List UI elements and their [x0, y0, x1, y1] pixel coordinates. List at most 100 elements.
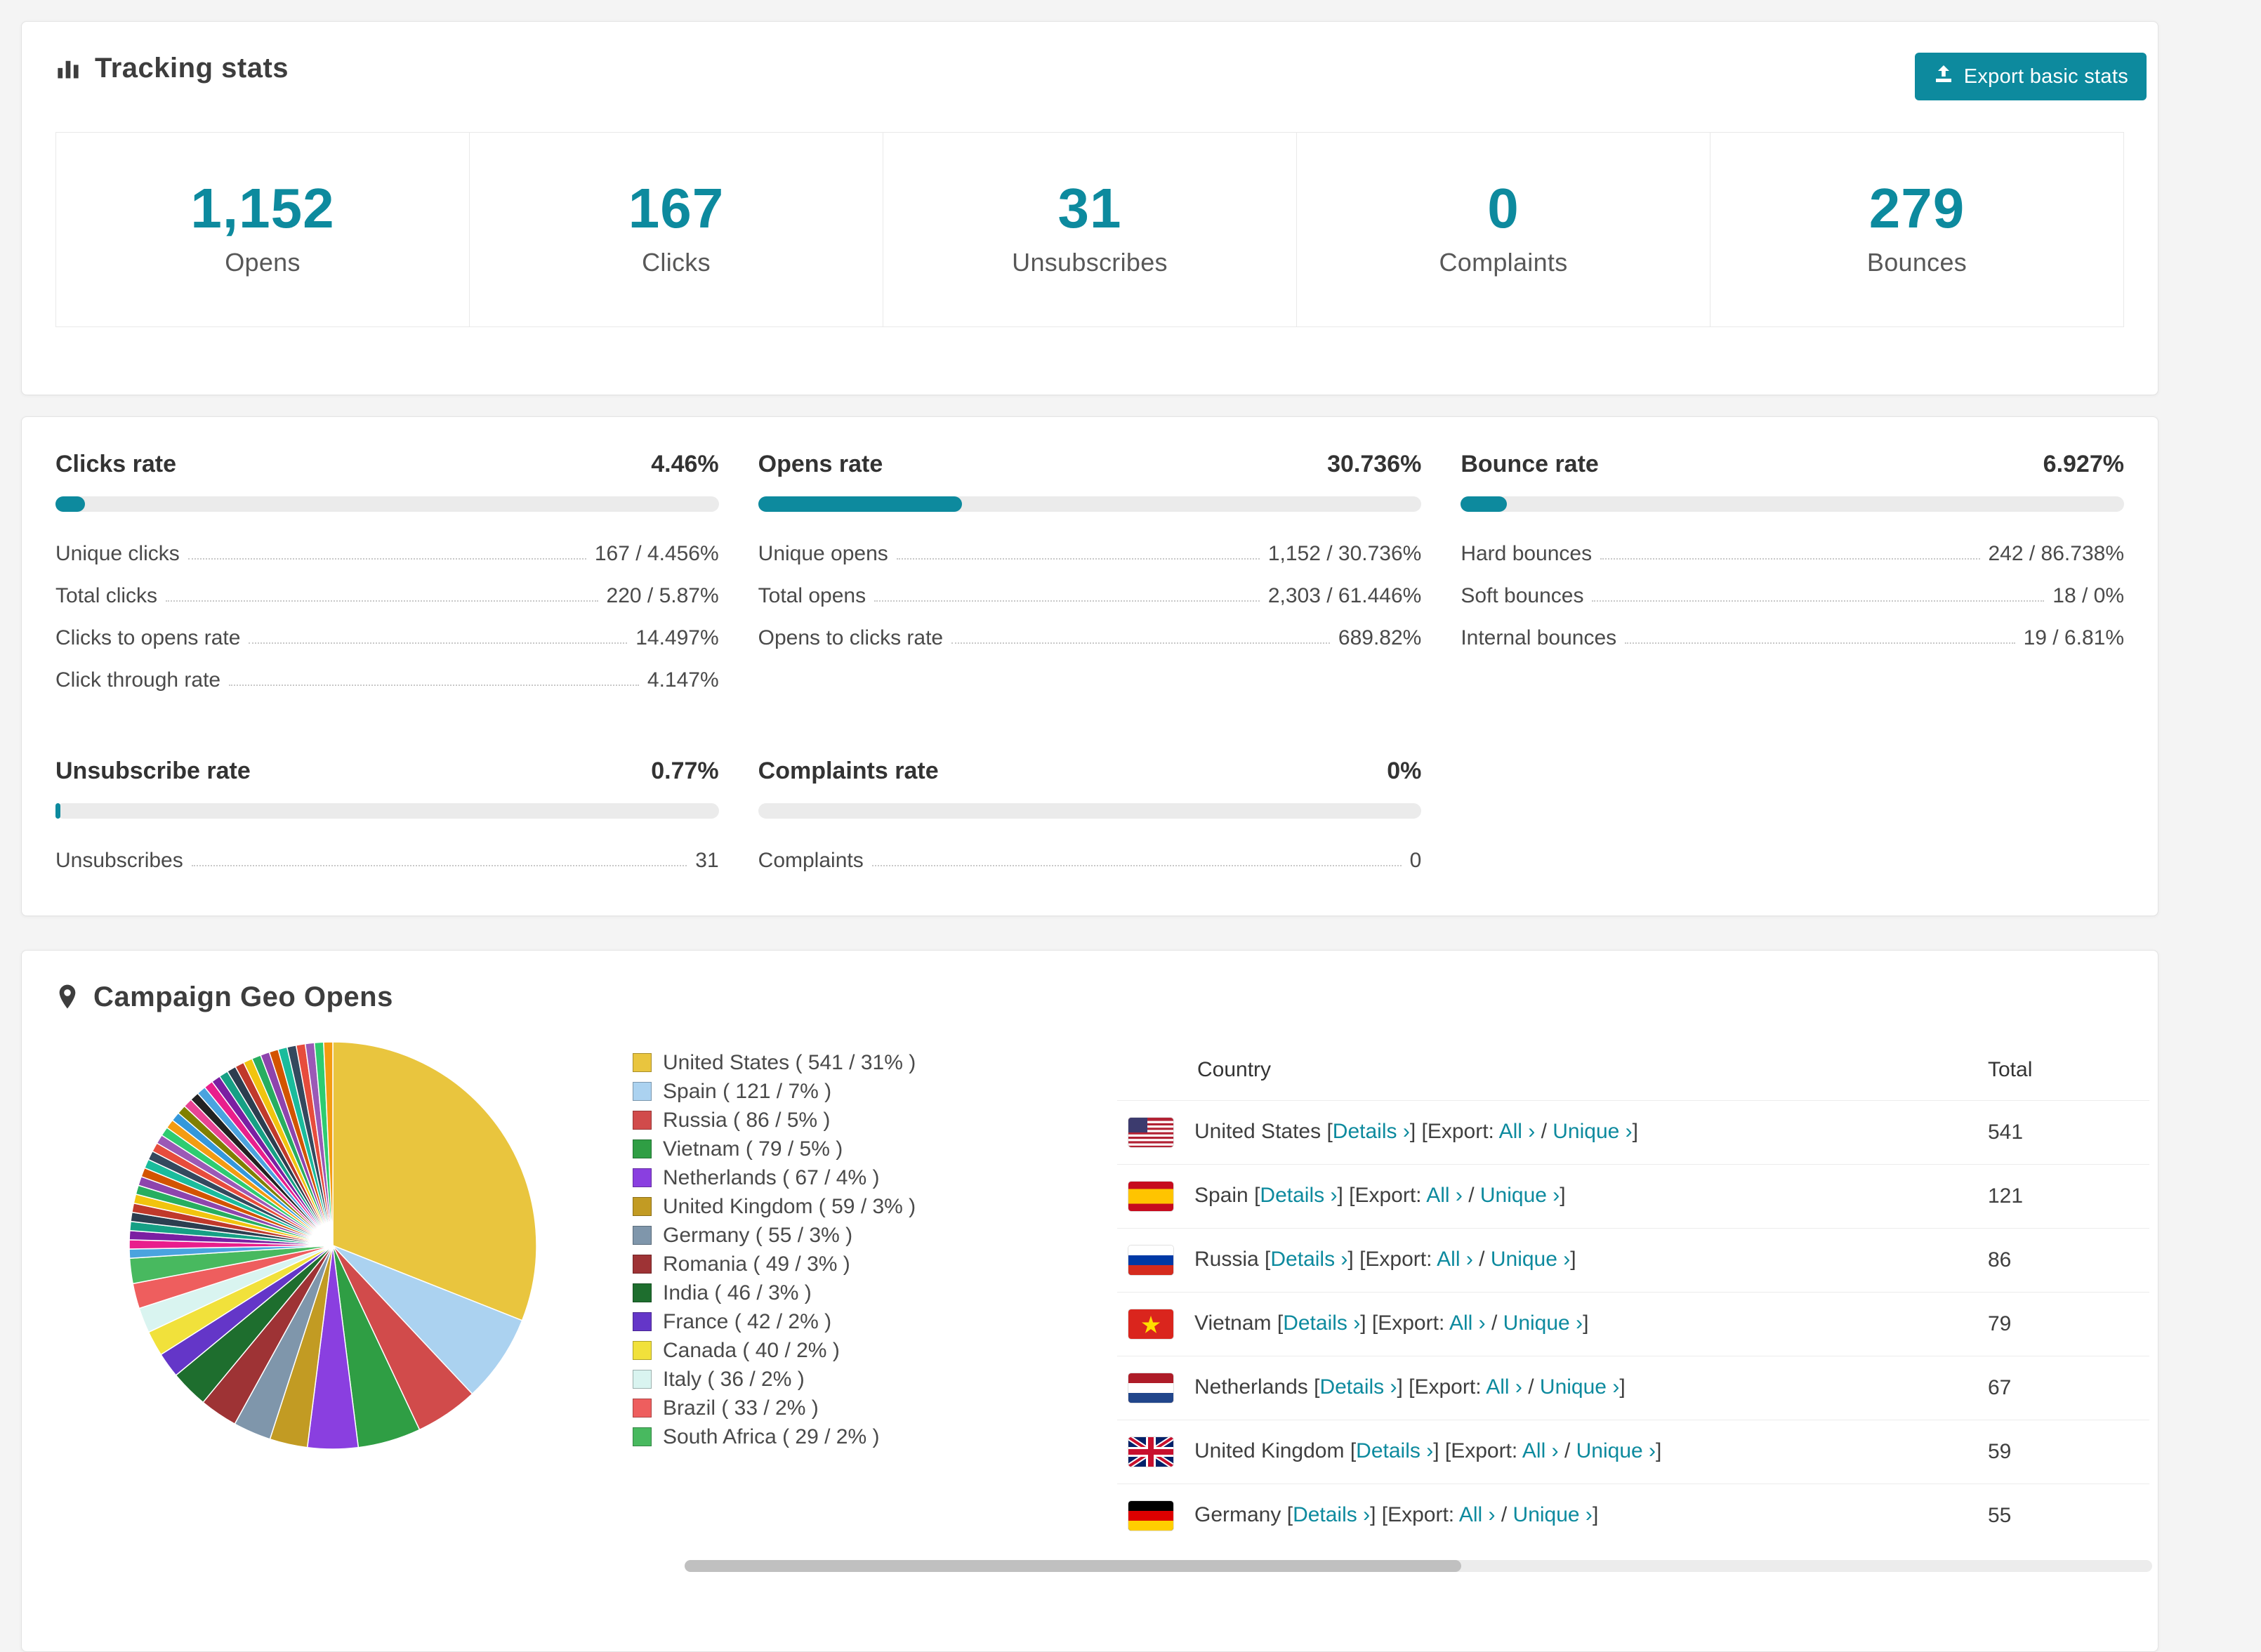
stat-opens: 1,152 Opens [56, 133, 470, 326]
legend-label: Netherlands ( 67 / 4% ) [663, 1165, 880, 1189]
export-all-link[interactable]: All › [1522, 1439, 1559, 1462]
export-all-link[interactable]: All › [1437, 1248, 1473, 1271]
details-link[interactable]: Details › [1319, 1375, 1397, 1399]
legend-item: United Kingdom ( 59 / 3% ) [633, 1192, 1117, 1221]
opens-rate-block: Opens rate 30.736% Unique opens 1,152 / 3… [758, 451, 1422, 701]
metric-row: Click through rate 4.147% [55, 668, 719, 692]
horizontal-scrollbar-thumb[interactable] [685, 1560, 1461, 1572]
token: ] [Export: [1370, 1502, 1455, 1526]
token: [ [1286, 1502, 1293, 1526]
tracking-stats-title: Tracking stats [95, 53, 289, 84]
export-unique-link[interactable]: Unique › [1480, 1184, 1560, 1207]
country-total: 55 [1988, 1484, 2149, 1540]
details-link[interactable]: Details › [1260, 1184, 1337, 1207]
legend-label: Russia ( 86 / 5% ) [663, 1108, 831, 1132]
horizontal-scrollbar-track[interactable] [685, 1560, 2152, 1572]
legend-swatch [633, 1427, 652, 1446]
stat-bounces-value: 279 [1868, 177, 1965, 239]
complaints-rate-title: Complaints rate [758, 758, 939, 784]
export-all-link[interactable]: All › [1426, 1184, 1463, 1207]
metric-row: Clicks to opens rate 14.497% [55, 626, 719, 649]
country-total: 79 [1988, 1292, 2149, 1356]
geo-pie-legend: United States ( 541 / 31% ) Spain ( 121 /… [633, 1048, 1117, 1451]
legend-item: Canada ( 40 / 2% ) [633, 1336, 1117, 1365]
country-total: 67 [1988, 1356, 2149, 1420]
details-link[interactable]: Details › [1333, 1120, 1410, 1143]
legend-swatch [633, 1168, 652, 1187]
flag-spain-icon [1128, 1182, 1173, 1211]
legend-swatch [633, 1312, 652, 1331]
token: [ [1350, 1439, 1357, 1462]
details-link[interactable]: Details › [1293, 1503, 1370, 1526]
export-all-link[interactable]: All › [1459, 1503, 1496, 1526]
export-unique-link[interactable]: Unique › [1491, 1248, 1570, 1271]
metric-row: Unsubscribes 31 [55, 849, 719, 872]
bounce-rate-value: 6.927% [2043, 451, 2124, 477]
country-total: 541 [1988, 1100, 2149, 1165]
metric-row: Opens to clicks rate 689.82% [758, 626, 1422, 649]
token: / [1564, 1439, 1571, 1462]
clicks-rate-block: Clicks rate 4.46% Unique clicks 167 / 4.4… [55, 451, 719, 701]
legend-swatch [633, 1111, 652, 1130]
export-unique-link[interactable]: Unique › [1503, 1311, 1583, 1335]
legend-item: France ( 42 / 2% ) [633, 1307, 1117, 1336]
legend-item: United States ( 541 / 31% ) [633, 1048, 1117, 1077]
legend-label: United Kingdom ( 59 / 3% ) [663, 1194, 916, 1218]
flag-vietnam-icon [1128, 1309, 1173, 1339]
export-unique-link[interactable]: Unique › [1513, 1503, 1593, 1526]
token: ] [1570, 1247, 1576, 1271]
stat-clicks: 167 Clicks [470, 133, 883, 326]
clicks-rate-title: Clicks rate [55, 451, 176, 477]
token: ] [Export: [1337, 1183, 1422, 1207]
legend-swatch [633, 1197, 652, 1216]
flag-united-states-icon [1128, 1118, 1173, 1147]
token: / [1491, 1311, 1498, 1335]
export-all-link[interactable]: All › [1499, 1120, 1536, 1143]
geo-row-united-kingdom: United Kingdom [Details ›] [Export: All … [1117, 1420, 2149, 1484]
legend-label: Canada ( 40 / 2% ) [663, 1338, 840, 1362]
total-column-header: Total [1988, 1038, 2149, 1101]
clicks-rate-bar [55, 496, 719, 512]
export-unique-link[interactable]: Unique › [1553, 1120, 1632, 1143]
legend-label: South Africa ( 29 / 2% ) [663, 1425, 880, 1448]
token: / [1541, 1119, 1547, 1143]
metric-row: Complaints 0 [758, 849, 1422, 872]
stat-bounces-label: Bounces [1866, 248, 1967, 277]
token: ] [Export: [1360, 1311, 1445, 1335]
country-column-header: Country [1117, 1038, 1988, 1101]
details-link[interactable]: Details › [1356, 1439, 1433, 1462]
legend-swatch [633, 1139, 652, 1158]
rates-grid: Clicks rate 4.46% Unique clicks 167 / 4.4… [22, 417, 2158, 916]
export-all-link[interactable]: All › [1449, 1311, 1486, 1335]
bounce-rate-title: Bounce rate [1461, 451, 1599, 477]
export-unique-link[interactable]: Unique › [1540, 1375, 1619, 1399]
geo-pie-chart [126, 1038, 540, 1456]
opens-rate-value: 30.736% [1327, 451, 1422, 477]
tracking-stats-header: Tracking stats Export basic stats [55, 53, 2147, 100]
flag-united-kingdom-icon [1128, 1437, 1173, 1467]
token: ] [Export: [1409, 1119, 1494, 1143]
legend-item: Spain ( 121 / 7% ) [633, 1077, 1117, 1106]
token: [ [1326, 1119, 1333, 1143]
details-link[interactable]: Details › [1283, 1311, 1360, 1335]
flag-netherlands-icon [1128, 1373, 1173, 1403]
legend-label: Spain ( 121 / 7% ) [663, 1079, 832, 1103]
details-link[interactable]: Details › [1270, 1248, 1347, 1271]
geo-opens-table: Country Total United States [Details ›] … [1117, 1038, 2149, 1540]
opens-rate-bar [758, 496, 1422, 512]
export-unique-link[interactable]: Unique › [1576, 1439, 1656, 1462]
metric-row: Soft bounces 18 / 0% [1461, 584, 2124, 607]
legend-item: Germany ( 55 / 3% ) [633, 1221, 1117, 1250]
export-basic-stats-button[interactable]: Export basic stats [1914, 53, 2147, 100]
complaints-rate-block: Complaints rate 0% Complaints 0 [758, 758, 1422, 882]
legend-swatch [633, 1399, 652, 1418]
bounce-rate-bar [1461, 496, 2124, 512]
stat-complaints-value: 0 [1487, 177, 1520, 239]
export-all-link[interactable]: All › [1486, 1375, 1522, 1399]
legend-swatch [633, 1370, 652, 1389]
stat-unsubscribes-value: 31 [1057, 177, 1122, 239]
country-total: 86 [1988, 1228, 2149, 1293]
legend-item: Netherlands ( 67 / 4% ) [633, 1163, 1117, 1192]
stat-unsubscribes: 31 Unsubscribes [883, 133, 1297, 326]
legend-item: South Africa ( 29 / 2% ) [633, 1422, 1117, 1451]
